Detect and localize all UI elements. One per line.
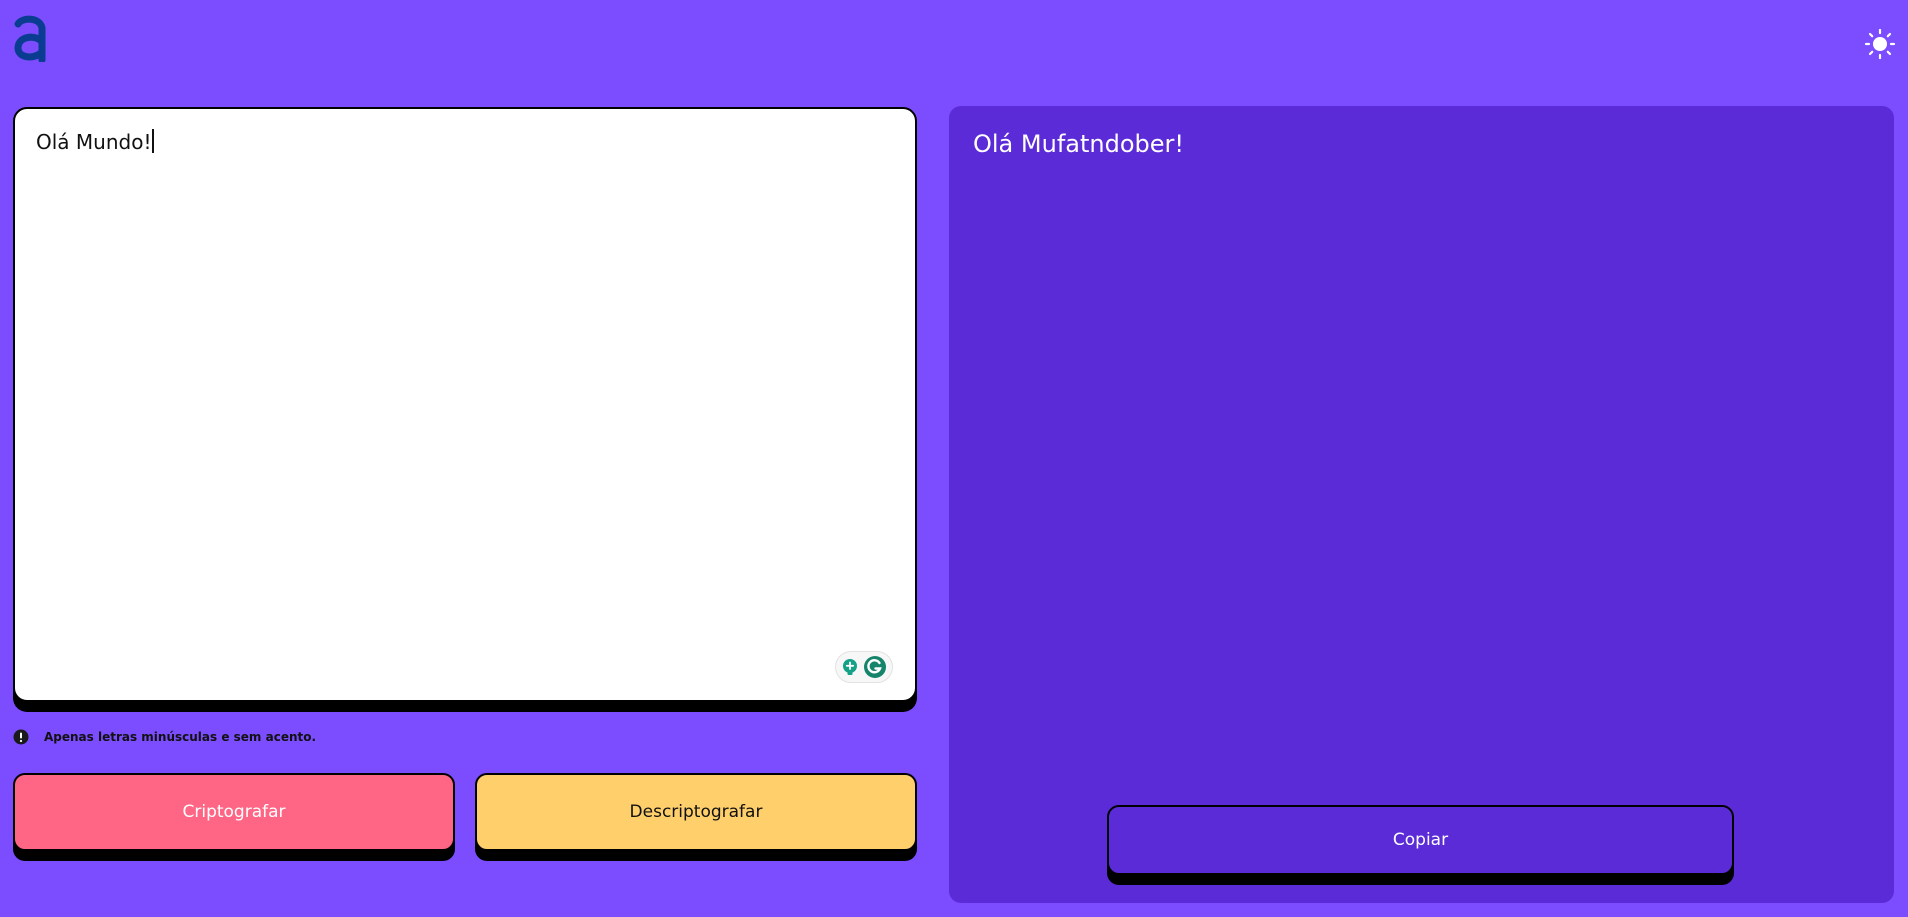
app-logo [12, 14, 46, 64]
input-text-wrapper: Olá Mundo! [36, 129, 154, 154]
output-text: Olá Mufatndober! [973, 130, 1184, 158]
sun-icon [1864, 28, 1896, 60]
grammarly-g-icon [864, 656, 886, 678]
input-hint: Apenas letras minúsculas e sem acento. [13, 729, 316, 745]
grammarly-widget[interactable] [835, 651, 893, 683]
input-container: Olá Mundo! [13, 107, 917, 712]
encrypt-button-label: Criptografar [182, 802, 286, 822]
encrypt-button[interactable]: Criptografar [13, 773, 455, 851]
text-caret [152, 129, 154, 153]
output-panel: Olá Mufatndober! Copiar [949, 106, 1894, 903]
decrypt-button-label: Descriptografar [629, 802, 763, 822]
grammarly-bulb-icon [843, 659, 857, 675]
text-input[interactable]: Olá Mundo! [13, 107, 917, 702]
theme-toggle-button[interactable] [1864, 28, 1896, 60]
copy-button[interactable]: Copiar [1107, 805, 1734, 875]
input-value: Olá Mundo! [36, 130, 152, 154]
hint-text: Apenas letras minúsculas e sem acento. [44, 730, 317, 744]
exclamation-circle-icon [13, 729, 29, 745]
decrypt-button-wrapper: Descriptografar [475, 773, 917, 861]
letter-a-logo-icon [14, 15, 46, 64]
copy-button-wrapper: Copiar [1107, 805, 1734, 885]
encrypt-button-wrapper: Criptografar [13, 773, 455, 861]
decrypt-button[interactable]: Descriptografar [475, 773, 917, 851]
copy-button-label: Copiar [1392, 830, 1449, 850]
